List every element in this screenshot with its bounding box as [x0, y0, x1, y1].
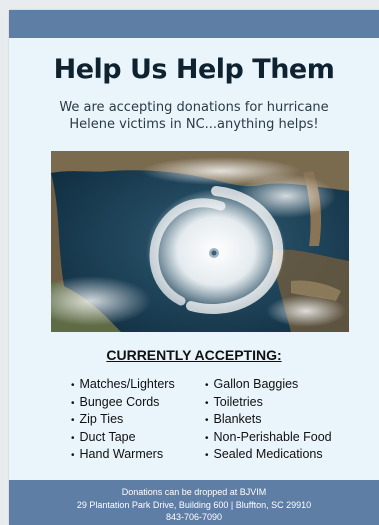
footer-address: 29 Plantation Park Drive, Building 600 |… [76, 499, 312, 510]
intro-text: We are accepting donations for hurricane… [21, 99, 367, 133]
list-item: Matches/Lighters [71, 376, 175, 394]
intro-line-1: We are accepting donations for hurricane [59, 100, 329, 115]
flyer-headline: Help Us Help Them [53, 54, 335, 85]
list-item: Zip Ties [71, 411, 175, 429]
list-item: Blankets [205, 411, 332, 429]
list-item: Sealed Medications [205, 446, 332, 464]
list-item: Non-Perishable Food [205, 429, 332, 447]
list-item: Gallon Baggies [205, 376, 332, 394]
accepted-items-left: Matches/Lighters Bungee Cords Zip Ties D… [71, 376, 175, 464]
accepted-items-right: Gallon Baggies Toiletries Blankets Non-P… [205, 376, 332, 464]
donation-flyer: Help Us Help Them We are accepting donat… [9, 10, 379, 525]
hurricane-satellite-image [51, 151, 349, 332]
footer-phone: 843-706-7090 [165, 512, 223, 522]
list-item: Hand Warmers [71, 446, 175, 464]
currently-accepting-heading: CURRENTLY ACCEPTING: [106, 347, 282, 363]
list-item: Bungee Cords [71, 394, 175, 412]
top-band [9, 10, 379, 38]
footer-band: Donations can be dropped at BJVIM 29 Pla… [9, 480, 379, 525]
intro-line-2: Helene victims in NC...anything helps! [69, 117, 319, 132]
list-item: Duct Tape [71, 429, 175, 447]
list-item: Toiletries [205, 394, 332, 412]
footer-dropoff-line: Donations can be dropped at BJVIM [121, 487, 267, 497]
